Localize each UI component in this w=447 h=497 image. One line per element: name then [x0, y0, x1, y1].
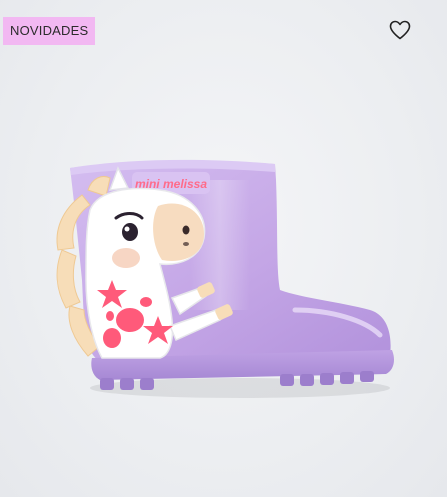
heart-outline-icon [389, 20, 411, 40]
product-image[interactable]: mini melissa [40, 150, 410, 420]
favorite-button[interactable] [388, 18, 412, 42]
product-card[interactable]: NOVIDADES mini melissa [0, 0, 447, 497]
new-badge: NOVIDADES [3, 17, 96, 45]
rain-boot-illustration: mini melissa [56, 159, 395, 398]
